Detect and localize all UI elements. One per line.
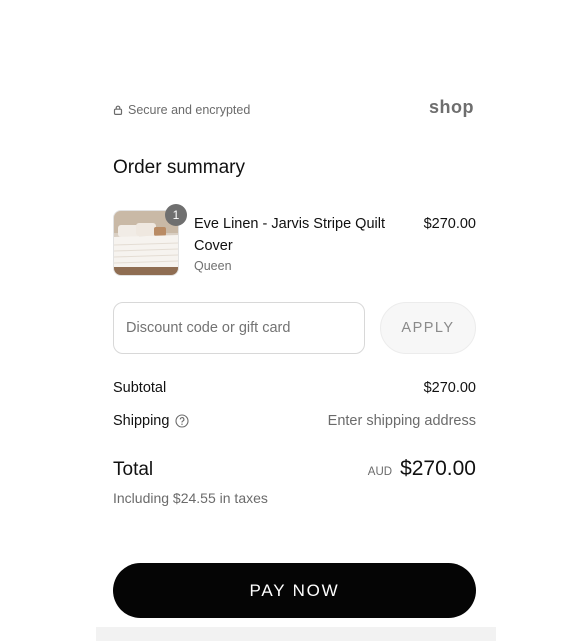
shipping-label-group: Shipping bbox=[113, 413, 189, 429]
subtotal-value: $270.00 bbox=[423, 380, 476, 396]
discount-row: APPLY bbox=[113, 302, 476, 356]
checkout-page: Secure and encrypted shop Order summary … bbox=[0, 0, 564, 641]
shipping-label: Shipping bbox=[113, 413, 170, 429]
bottom-divider bbox=[96, 627, 496, 641]
lock-icon bbox=[113, 105, 123, 115]
shop-logo: shop bbox=[429, 97, 474, 117]
top-bar: Secure and encrypted shop bbox=[113, 97, 476, 123]
shipping-value: Enter shipping address bbox=[327, 413, 476, 429]
product-name: Eve Linen - Jarvis Stripe Quilt Cover bbox=[194, 216, 385, 254]
order-summary-title: Order summary bbox=[113, 157, 245, 178]
total-row: Total AUD $270.00 bbox=[113, 457, 476, 485]
total-amount: $270.00 bbox=[400, 457, 476, 480]
discount-code-input[interactable] bbox=[113, 302, 365, 354]
taxes-note: Including $24.55 in taxes bbox=[113, 490, 268, 506]
line-item: 1 Eve Linen - Jarvis Stripe Quilt Cover … bbox=[113, 204, 476, 278]
product-price: $270.00 bbox=[423, 216, 476, 232]
help-circle-icon[interactable] bbox=[175, 414, 189, 428]
apply-discount-button[interactable]: APPLY bbox=[380, 302, 476, 354]
secure-indicator: Secure and encrypted bbox=[113, 103, 250, 117]
product-details: Eve Linen - Jarvis Stripe Quilt Cover Qu… bbox=[194, 213, 399, 273]
product-variant: Queen bbox=[194, 259, 232, 273]
pay-now-button[interactable]: PAY NOW bbox=[113, 563, 476, 618]
shipping-row: Shipping Enter shipping address bbox=[113, 413, 476, 433]
total-amount-group: AUD $270.00 bbox=[368, 457, 476, 481]
currency-code: AUD bbox=[367, 466, 393, 478]
subtotal-label: Subtotal bbox=[113, 380, 167, 396]
total-label: Total bbox=[113, 459, 154, 480]
subtotal-row: Subtotal $270.00 bbox=[113, 380, 476, 400]
quantity-badge: 1 bbox=[165, 204, 187, 226]
secure-text: Secure and encrypted bbox=[128, 103, 251, 117]
